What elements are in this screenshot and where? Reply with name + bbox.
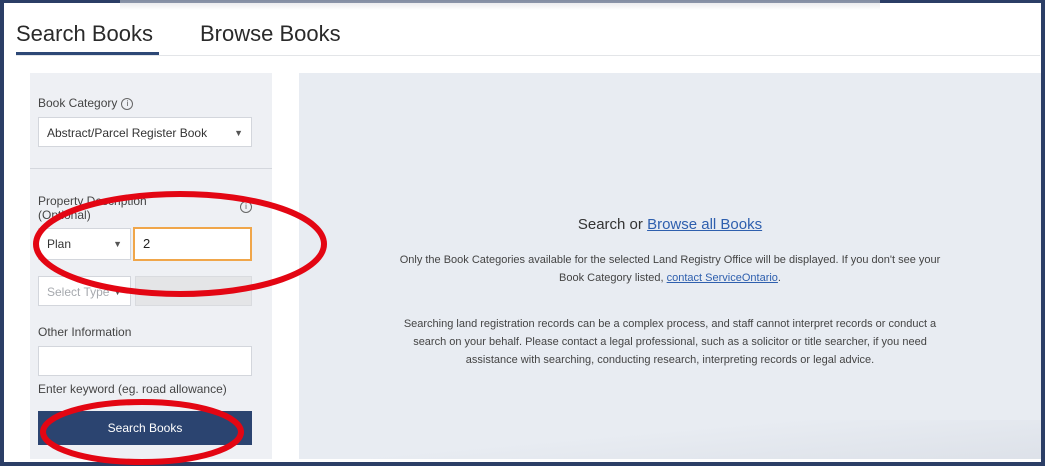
info-icon[interactable]: i (121, 98, 134, 110)
headline: Search or Browse all Books (299, 216, 1041, 233)
chevron-down-icon: ▼ (234, 128, 243, 138)
results-panel: Search or Browse all Books Only the Book… (299, 73, 1041, 459)
browse-all-books-link[interactable]: Browse all Books (647, 216, 762, 233)
info-icon[interactable]: i (240, 201, 252, 213)
search-books-button[interactable]: Search Books (38, 411, 252, 445)
tab-search-books[interactable]: Search Books (16, 21, 153, 47)
top-faded-strip (120, 0, 880, 10)
contact-serviceontario-link[interactable]: contact ServiceOntario (667, 272, 778, 284)
section-divider (30, 168, 272, 169)
category-notice-end: . (777, 272, 781, 284)
legal-disclaimer: Searching land registration records can … (403, 318, 937, 366)
property-description-label: Property Description (Optional) (38, 194, 147, 222)
book-category-value: Abstract/Parcel Register Book (47, 126, 208, 140)
panel-shade (299, 420, 1041, 459)
plan-number-input[interactable]: 2 (133, 227, 252, 261)
keyword-hint: Enter keyword (eg. road allowance) (38, 382, 227, 396)
other-information-input[interactable] (38, 346, 252, 376)
category-notice: Only the Book Categories available for t… (399, 251, 941, 287)
book-category-select[interactable]: Abstract/Parcel Register Book ▼ (38, 117, 252, 147)
select-type-dropdown[interactable]: Select Type ▼ (38, 276, 131, 306)
tab-browse-books[interactable]: Browse Books (200, 21, 341, 47)
property-type-select[interactable]: Plan ▼ (38, 228, 131, 260)
headline-text: Search or (577, 216, 648, 233)
property-type-value: Plan (47, 237, 72, 251)
select-type-placeholder: Select Type (47, 285, 110, 299)
chevron-down-icon: ▼ (113, 287, 122, 297)
tab-divider (16, 55, 1040, 56)
chevron-down-icon: ▼ (113, 239, 122, 249)
other-information-label: Other Information (38, 325, 132, 339)
book-category-label: Book Category i (38, 96, 134, 110)
plan-number-value: 2 (143, 236, 151, 251)
disabled-number-input[interactable] (135, 276, 252, 306)
